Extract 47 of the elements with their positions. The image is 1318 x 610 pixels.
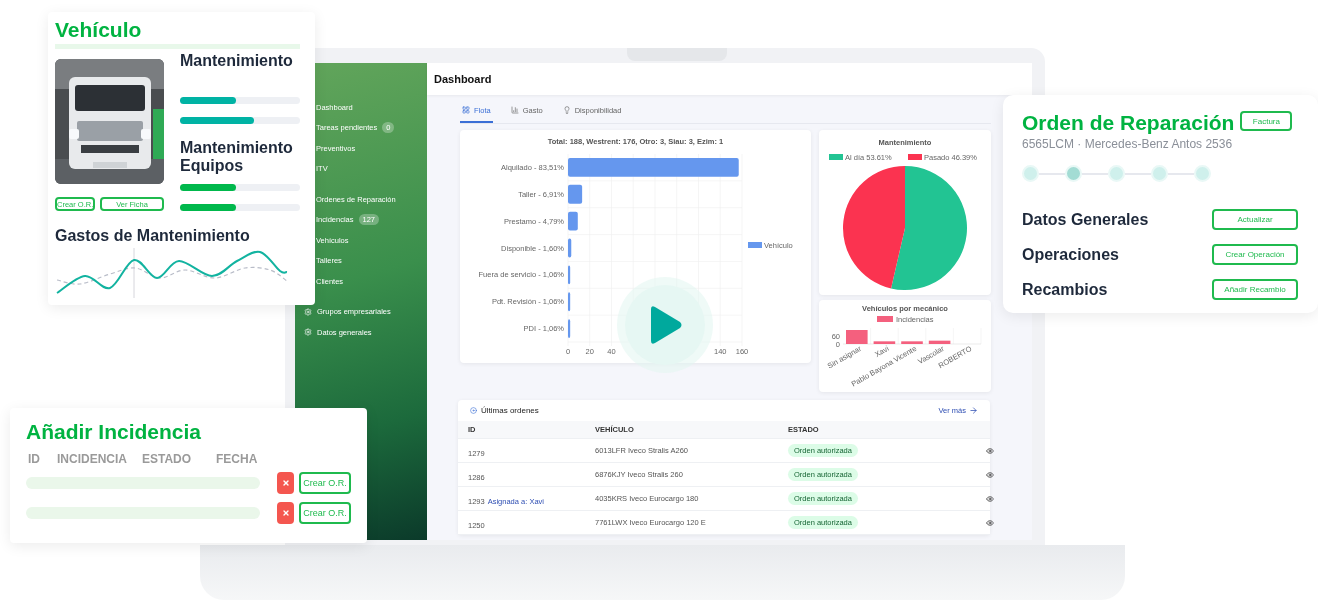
bar bbox=[873, 341, 896, 344]
section-title: Gastos de Mantenimiento bbox=[55, 227, 251, 245]
create-order-button[interactable]: Crear O.R. bbox=[299, 502, 351, 524]
delete-button[interactable] bbox=[277, 502, 294, 524]
section-title: Datos Generales bbox=[1022, 210, 1149, 229]
section-title: Operaciones bbox=[1022, 245, 1119, 264]
card-title: Añadir Incidencia bbox=[26, 420, 203, 444]
card-title: Vehículo bbox=[55, 18, 143, 42]
settings-icon bbox=[304, 328, 312, 337]
column-header: ID bbox=[28, 452, 41, 466]
bar bbox=[568, 265, 571, 285]
page-title: Dashboard bbox=[434, 73, 492, 85]
arrow-icon bbox=[969, 406, 978, 415]
column-header: INCIDENCIA bbox=[57, 452, 128, 466]
view-icon[interactable] bbox=[986, 518, 994, 527]
card-title: Orden de Reparación bbox=[1022, 111, 1235, 135]
section-title: Mantenimiento Equipos bbox=[180, 139, 294, 175]
view-icon[interactable] bbox=[986, 470, 994, 479]
close-icon bbox=[281, 479, 290, 487]
vehicle-subtitle: 6565LCM · Mercedes-Benz Antos 2536 bbox=[1022, 137, 1234, 151]
bar-chart-icon bbox=[510, 106, 519, 114]
column-header: FECHA bbox=[216, 452, 259, 466]
action-button[interactable]: Crear Operación bbox=[1212, 244, 1298, 265]
bar bbox=[568, 211, 578, 231]
column-header: ESTADO bbox=[142, 452, 193, 466]
lightbulb-icon bbox=[562, 106, 571, 114]
grid-icon bbox=[462, 106, 470, 114]
view-icon[interactable] bbox=[986, 446, 994, 455]
delete-button[interactable] bbox=[277, 472, 294, 494]
bar bbox=[568, 184, 583, 204]
bar bbox=[928, 340, 951, 344]
settings-icon bbox=[304, 307, 312, 316]
bar bbox=[568, 292, 571, 312]
bar bbox=[568, 319, 571, 338]
bar bbox=[846, 330, 868, 344]
bar bbox=[901, 341, 923, 344]
view-icon[interactable] bbox=[986, 494, 994, 503]
bar bbox=[568, 238, 572, 258]
action-button[interactable]: Actualizar bbox=[1212, 209, 1298, 230]
invoice-button[interactable]: Factura bbox=[1240, 111, 1293, 131]
list-icon bbox=[470, 407, 477, 414]
create-order-button[interactable]: Crear O.R. bbox=[299, 472, 351, 494]
section-title: Mantenimiento bbox=[180, 52, 294, 70]
section-title: Recambios bbox=[1022, 280, 1108, 299]
action-button[interactable]: Añadir Recambio bbox=[1212, 279, 1298, 300]
close-icon bbox=[281, 509, 290, 517]
table-title: Últimas ordenes bbox=[481, 406, 539, 415]
